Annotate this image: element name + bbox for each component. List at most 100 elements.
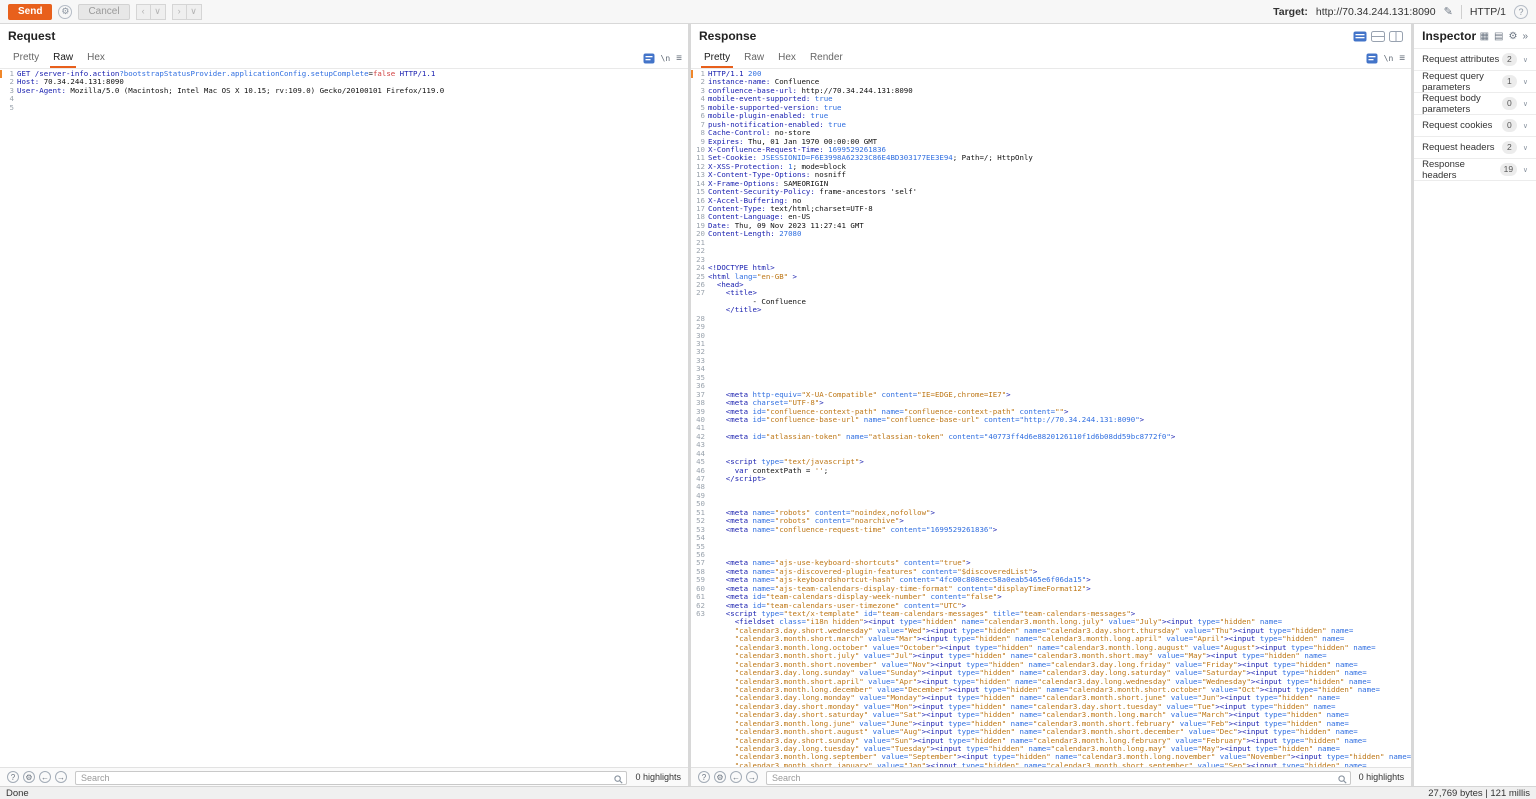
response-search-input[interactable]	[766, 771, 1351, 785]
editor-menu-icon[interactable]: ≡	[1399, 53, 1405, 64]
forward-button[interactable]: ›	[172, 4, 187, 20]
gear-icon: ⚙	[716, 773, 723, 782]
inspector-section-request-attributes[interactable]: Request attributes2∨	[1414, 49, 1536, 71]
request-title: Request	[8, 29, 55, 43]
inspector-section-label: Request body parameters	[1422, 93, 1502, 115]
wrap-toggle-icon[interactable]	[1366, 53, 1378, 64]
send-button[interactable]: Send	[8, 4, 52, 20]
inspector-section-response-headers[interactable]: Response headers19∨	[1414, 159, 1536, 181]
code-line: 46 var contextPath = '';	[691, 467, 1411, 475]
code-line: "calendar3.month.long.october" value="Oc…	[691, 644, 1411, 652]
code-line: 28	[691, 315, 1411, 323]
code-line: 35	[691, 374, 1411, 382]
code-line: "calendar3.day.short.monday" value="Mon"…	[691, 703, 1411, 711]
line-number: 4	[0, 95, 17, 103]
code-line: 24<!DOCTYPE html>	[691, 264, 1411, 272]
tab-hex[interactable]: Hex	[771, 48, 803, 68]
chevron-down-icon: ∨	[1523, 100, 1528, 108]
search-prev-icon[interactable]: ←	[39, 771, 51, 783]
search-settings-icon[interactable]: ⚙	[23, 771, 35, 783]
tab-hex[interactable]: Hex	[80, 48, 112, 68]
help-icon[interactable]: ?	[1514, 5, 1528, 19]
request-tabbar: PrettyRawHex \n ≡	[0, 48, 688, 69]
request-panel: Request PrettyRawHex \n ≡ 1GET /server-i…	[0, 24, 688, 786]
code-line: 10X-Confluence-Request-Time: 16995292618…	[691, 146, 1411, 154]
inspector-settings-icon[interactable]: ⚙	[1508, 31, 1517, 42]
request-search-input[interactable]	[75, 771, 627, 785]
target-label: Target:	[1273, 6, 1308, 18]
search-help-icon[interactable]: ?	[7, 771, 19, 783]
code-line: "calendar3.month.short.august" value="Au…	[691, 728, 1411, 736]
cancel-button[interactable]: Cancel	[78, 4, 129, 20]
tab-raw[interactable]: Raw	[737, 48, 771, 68]
code-line: 37 <meta http-equiv="X-UA-Compatible" co…	[691, 391, 1411, 399]
caret-line-marker	[691, 70, 693, 78]
layout-horizontal-icon[interactable]	[1371, 31, 1385, 42]
back-history-dropdown[interactable]: ∨	[151, 4, 166, 20]
nonprintable-toggle-icon[interactable]: \n	[1384, 54, 1394, 63]
code-line: 55	[691, 543, 1411, 551]
chevron-down-icon: ∨	[1523, 56, 1528, 64]
nonprintable-toggle-icon[interactable]: \n	[661, 54, 671, 63]
code-line: 57 <meta name="ajs-use-keyboard-shortcut…	[691, 559, 1411, 567]
inspector-section-request-cookies[interactable]: Request cookies0∨	[1414, 115, 1536, 137]
toolbar: Send ⚙ Cancel ‹ ∨ › ∨ Target: http://70.…	[0, 0, 1536, 24]
response-tabbar: PrettyRawHexRender \n ≡	[691, 48, 1411, 69]
http-version-toggle[interactable]: HTTP/1	[1470, 6, 1506, 18]
inspector-rows-icon[interactable]: ▤	[1494, 31, 1503, 42]
code-line: 3confluence-base-url: http://70.34.244.1…	[691, 87, 1411, 95]
search-next-icon[interactable]: →	[55, 771, 67, 783]
code-line: 59 <meta name="ajs-keyboardshortcut-hash…	[691, 576, 1411, 584]
inspector-section-request-body-parameters[interactable]: Request body parameters0∨	[1414, 93, 1536, 115]
search-next-icon[interactable]: →	[746, 771, 758, 783]
code-line: 22	[691, 247, 1411, 255]
code-line: "calendar3.day.short.saturday" value="Sa…	[691, 711, 1411, 719]
request-editor[interactable]: 1GET /server-info.action?bootstrapStatus…	[0, 69, 688, 767]
code-line: 27 <title>	[691, 289, 1411, 297]
code-line: 5	[0, 104, 688, 112]
line-number: 3	[0, 87, 17, 95]
line-number	[691, 661, 708, 669]
line-number	[691, 745, 708, 753]
search-help-icon[interactable]: ?	[698, 771, 710, 783]
code-line: 53 <meta name="confluence-request-time" …	[691, 526, 1411, 534]
gear-icon: ⚙	[61, 6, 69, 17]
inspector-section-request-query-parameters[interactable]: Request query parameters1∨	[1414, 71, 1536, 93]
inspector-section-label: Request attributes	[1422, 54, 1499, 65]
editor-menu-icon[interactable]: ≡	[676, 53, 682, 64]
code-line: 61 <meta id="team-calendars-display-week…	[691, 593, 1411, 601]
line-number: 7	[691, 121, 708, 129]
tab-pretty[interactable]: Pretty	[6, 48, 46, 68]
code-line: 58 <meta name="ajs-discovered-plugin-fea…	[691, 568, 1411, 576]
request-highlights-count: 0 highlights	[635, 772, 681, 782]
tab-render[interactable]: Render	[803, 48, 850, 68]
edit-target-icon[interactable]: ✎	[1444, 5, 1453, 18]
tab-raw[interactable]: Raw	[46, 48, 80, 68]
code-line: 6mobile-plugin-enabled: true	[691, 112, 1411, 120]
response-searchbar: ? ⚙ ← → 0 highlights	[691, 767, 1411, 786]
layout-single-icon[interactable]	[1353, 31, 1367, 42]
layout-vertical-icon[interactable]	[1389, 31, 1403, 42]
search-prev-icon[interactable]: ←	[730, 771, 742, 783]
forward-history-dropdown[interactable]: ∨	[187, 4, 202, 20]
code-line: 47 </script>	[691, 475, 1411, 483]
response-editor[interactable]: 1HTTP/1.1 2002instance-name: Confluence3…	[691, 69, 1411, 767]
code-line: 45 <script type="text/javascript">	[691, 458, 1411, 466]
line-number: 63	[691, 610, 708, 618]
inspector-section-count: 1	[1502, 75, 1517, 88]
tab-pretty[interactable]: Pretty	[697, 48, 737, 68]
code-line: 11Set-Cookie: JSESSIONID=F6E3998A62323C8…	[691, 154, 1411, 162]
send-settings-icon[interactable]: ⚙	[58, 5, 72, 19]
code-line: "calendar3.day.short.sunday" value="Sun"…	[691, 737, 1411, 745]
line-number: 27	[691, 289, 708, 297]
search-settings-icon[interactable]: ⚙	[714, 771, 726, 783]
back-button[interactable]: ‹	[136, 4, 151, 20]
code-line: 30	[691, 332, 1411, 340]
inspector-grid-icon[interactable]: ▦	[1480, 31, 1489, 42]
wrap-toggle-icon[interactable]	[643, 53, 655, 64]
line-number	[691, 618, 708, 626]
inspector-section-request-headers[interactable]: Request headers2∨	[1414, 137, 1536, 159]
inspector-collapse-icon[interactable]: »	[1522, 31, 1528, 42]
code-line: 21	[691, 239, 1411, 247]
code-line: 29	[691, 323, 1411, 331]
